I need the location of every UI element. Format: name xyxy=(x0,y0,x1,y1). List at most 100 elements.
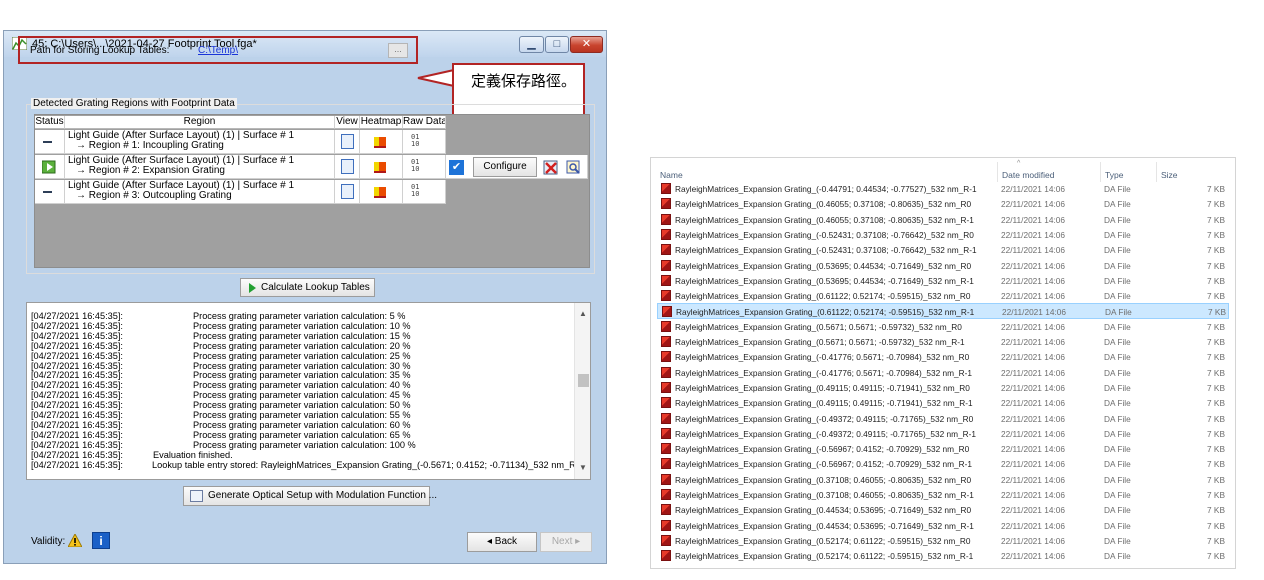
da-file-icon xyxy=(661,228,671,240)
log-message: Process grating parameter variation calc… xyxy=(193,419,411,430)
status-cell xyxy=(35,155,65,179)
back-button[interactable]: ◂ Back xyxy=(467,532,537,552)
file-size: 7 KB xyxy=(1207,275,1225,286)
file-type: DA File xyxy=(1104,459,1131,470)
column-header-raw-data[interactable]: Raw Data xyxy=(403,116,446,129)
heatmap-icon[interactable] xyxy=(374,187,386,198)
maximize-button[interactable]: □ xyxy=(545,36,569,53)
file-row[interactable]: RayleighMatrices_Expansion Grating_(-0.4… xyxy=(657,349,1229,364)
scroll-down-icon[interactable]: ▼ xyxy=(579,463,587,472)
file-row[interactable]: RayleighMatrices_Expansion Grating_(0.44… xyxy=(657,518,1229,533)
generate-optical-setup-button[interactable]: Generate Optical Setup with Modulation F… xyxy=(183,486,437,506)
file-row[interactable]: RayleighMatrices_Expansion Grating_(0.44… xyxy=(657,502,1229,517)
column-separator[interactable] xyxy=(1100,162,1101,182)
raw-data-cell[interactable]: 01 10 xyxy=(403,130,446,154)
browse-button[interactable]: ... xyxy=(388,43,408,58)
file-row[interactable]: RayleighMatrices_Expansion Grating_(-0.4… xyxy=(657,411,1229,426)
file-row[interactable]: RayleighMatrices_Expansion Grating_(0.46… xyxy=(657,196,1229,211)
column-name[interactable]: Name xyxy=(660,170,683,180)
log-message: Process grating parameter variation calc… xyxy=(193,350,411,361)
file-row[interactable]: RayleighMatrices_Expansion Grating_(0.49… xyxy=(657,395,1229,410)
raw-data-icon[interactable]: 01 10 xyxy=(411,184,437,199)
raw-data-icon[interactable]: 01 10 xyxy=(411,134,437,149)
view-cell[interactable] xyxy=(335,180,360,204)
column-header-heatmap[interactable]: Heatmap xyxy=(360,116,403,129)
file-row[interactable]: RayleighMatrices_Expansion Grating_(0.53… xyxy=(657,273,1229,288)
log-scrollbar[interactable]: ▲ ▼ xyxy=(574,303,590,479)
scroll-up-icon[interactable]: ▲ xyxy=(579,309,587,318)
file-row[interactable]: RayleighMatrices_Expansion Grating_(0.56… xyxy=(657,319,1229,334)
heatmap-cell[interactable] xyxy=(360,180,403,204)
file-row[interactable]: RayleighMatrices_Expansion Grating_(-0.5… xyxy=(657,441,1229,456)
file-size: 7 KB xyxy=(1207,184,1225,194)
info-icon[interactable]: i xyxy=(92,532,110,549)
file-row[interactable]: RayleighMatrices_Expansion Grating_(-0.4… xyxy=(657,181,1229,196)
minimize-button[interactable]: ▁ xyxy=(519,36,544,53)
file-row[interactable]: RayleighMatrices_Expansion Grating_(0.37… xyxy=(657,487,1229,502)
raw-data-cell[interactable]: 01 10 xyxy=(403,155,446,179)
view-cell[interactable] xyxy=(335,155,360,179)
file-name: RayleighMatrices_Expansion Grating_(0.61… xyxy=(676,307,975,318)
region-cell[interactable]: Light Guide (After Surface Layout) (1) |… xyxy=(65,180,335,204)
view-icon[interactable] xyxy=(341,159,354,174)
column-size[interactable]: Size xyxy=(1161,170,1178,180)
file-date-modified: 22/11/2021 14:06 xyxy=(1001,321,1065,332)
inspect-icon[interactable] xyxy=(566,160,581,175)
view-icon[interactable] xyxy=(341,184,354,199)
file-date-modified: 22/11/2021 14:06 xyxy=(1001,444,1065,455)
file-row[interactable]: RayleighMatrices_Expansion Grating_(0.46… xyxy=(657,212,1229,227)
scroll-thumb[interactable] xyxy=(578,374,589,387)
file-row[interactable]: RayleighMatrices_Expansion Grating_(0.52… xyxy=(657,548,1229,563)
heatmap-cell[interactable] xyxy=(360,155,403,179)
grating-row[interactable]: Light Guide (After Surface Layout) (1) |… xyxy=(35,180,588,204)
file-row[interactable]: RayleighMatrices_Expansion Grating_(0.56… xyxy=(657,334,1229,349)
file-size: 7 KB xyxy=(1207,490,1225,500)
file-row[interactable]: RayleighMatrices_Expansion Grating_(0.52… xyxy=(657,533,1229,548)
raw-data-cell[interactable]: 01 10 xyxy=(403,180,446,204)
warning-icon[interactable] xyxy=(68,534,82,547)
file-row[interactable]: RayleighMatrices_Expansion Grating_(0.53… xyxy=(657,258,1229,273)
delete-icon[interactable] xyxy=(543,160,559,175)
heatmap-cell[interactable] xyxy=(360,130,403,154)
file-row[interactable]: RayleighMatrices_Expansion Grating_(0.61… xyxy=(657,303,1229,319)
region-cell[interactable]: Light Guide (After Surface Layout) (1) |… xyxy=(65,155,335,179)
optical-setup-icon xyxy=(190,490,203,502)
close-button[interactable]: ✕ xyxy=(570,36,603,53)
da-file-icon xyxy=(662,306,672,318)
raw-data-icon[interactable]: 01 10 xyxy=(411,159,437,174)
column-header-status[interactable]: Status xyxy=(35,116,65,129)
column-separator[interactable] xyxy=(997,162,998,182)
da-file-icon xyxy=(661,274,671,286)
heatmap-icon[interactable] xyxy=(374,162,386,173)
log-output[interactable]: [04/27/2021 16:45:35]: Process grating pa… xyxy=(26,302,591,480)
view-icon[interactable] xyxy=(341,134,354,149)
heatmap-icon[interactable] xyxy=(374,137,386,148)
grating-row[interactable]: Light Guide (After Surface Layout) (1) |… xyxy=(35,155,588,179)
file-row[interactable]: RayleighMatrices_Expansion Grating_(-0.5… xyxy=(657,456,1229,471)
column-header-view[interactable]: View xyxy=(335,116,360,129)
file-row[interactable]: RayleighMatrices_Expansion Grating_(-0.5… xyxy=(657,242,1229,257)
file-row[interactable]: RayleighMatrices_Expansion Grating_(-0.4… xyxy=(657,365,1229,380)
file-size: 7 KB xyxy=(1208,307,1226,318)
log-message: Process grating parameter variation calc… xyxy=(193,360,411,371)
file-type: DA File xyxy=(1104,367,1131,378)
configure-button[interactable]: Configure xyxy=(473,157,537,177)
column-header-region[interactable]: Region xyxy=(65,116,335,129)
column-date-modified[interactable]: Date modified xyxy=(1002,170,1054,180)
file-row[interactable]: RayleighMatrices_Expansion Grating_(-0.5… xyxy=(657,227,1229,242)
file-row[interactable]: RayleighMatrices_Expansion Grating_(-0.4… xyxy=(657,426,1229,441)
column-type[interactable]: Type xyxy=(1105,170,1123,180)
file-name: RayleighMatrices_Expansion Grating_(0.37… xyxy=(675,490,974,500)
grating-row[interactable]: Light Guide (After Surface Layout) (1) |… xyxy=(35,130,588,154)
file-size: 7 KB xyxy=(1207,321,1225,332)
lookup-path-link[interactable]: C:\Temp\ xyxy=(198,45,238,56)
file-name: RayleighMatrices_Expansion Grating_(0.44… xyxy=(675,520,974,531)
region-cell[interactable]: Light Guide (After Surface Layout) (1) |… xyxy=(65,130,335,154)
file-row[interactable]: RayleighMatrices_Expansion Grating_(0.61… xyxy=(657,288,1229,303)
select-checkbox[interactable]: ✔ xyxy=(449,160,464,175)
column-separator[interactable] xyxy=(1156,162,1157,182)
file-row[interactable]: RayleighMatrices_Expansion Grating_(0.49… xyxy=(657,380,1229,395)
view-cell[interactable] xyxy=(335,130,360,154)
calculate-lookup-tables-button[interactable]: Calculate Lookup Tables xyxy=(240,278,375,297)
file-row[interactable]: RayleighMatrices_Expansion Grating_(0.37… xyxy=(657,472,1229,487)
